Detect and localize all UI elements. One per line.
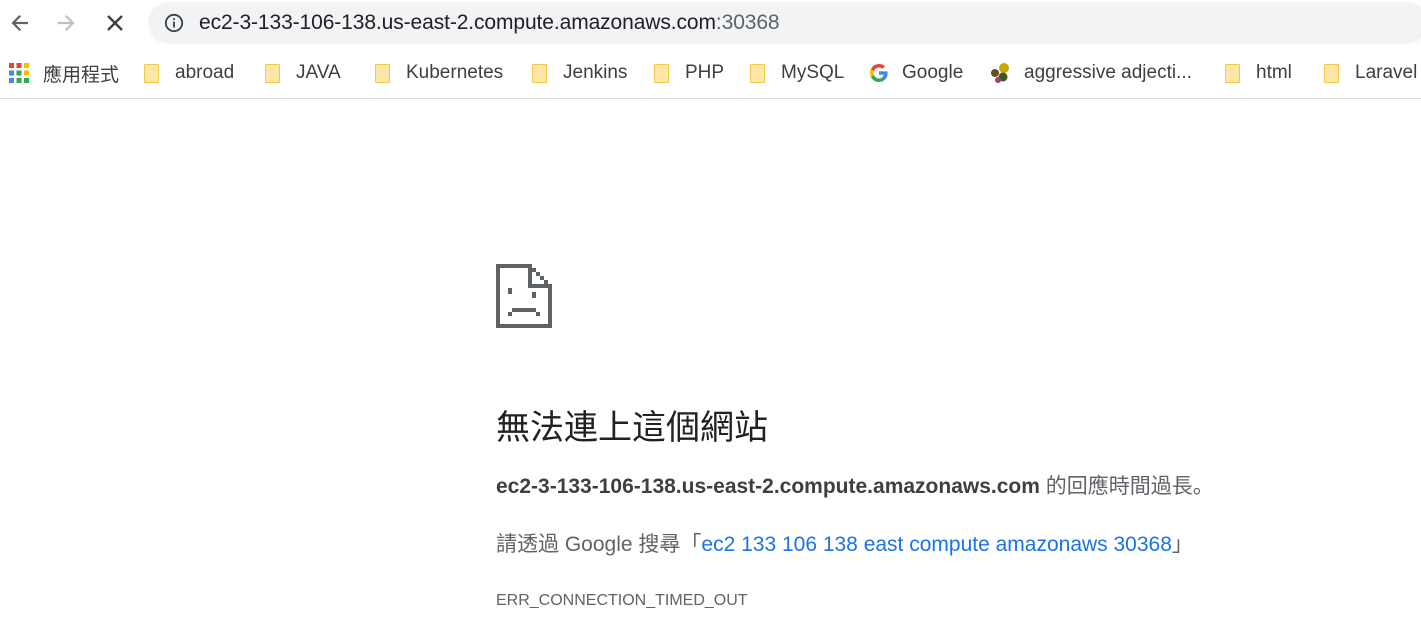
browser-toolbar: ec2-3-133-106-138.us-east-2.compute.amaz… <box>0 0 1421 46</box>
sad-page-icon <box>496 264 552 328</box>
bookmark-folder-abroad[interactable]: abroad <box>141 60 234 86</box>
search-suggestion: 請透過 Google 搜尋「ec2 133 106 138 east compu… <box>496 528 1193 558</box>
bookmark-apps[interactable]: 應用程式 <box>8 60 119 86</box>
bookmark-label: Laravel <box>1355 62 1418 83</box>
bookmark-google[interactable]: Google <box>868 60 963 86</box>
info-icon[interactable] <box>164 13 184 33</box>
forward-button[interactable] <box>52 8 82 38</box>
bookmark-folder-html[interactable]: html <box>1222 60 1292 86</box>
folder-icon <box>1321 62 1343 84</box>
apps-grid-icon <box>9 63 29 83</box>
error-host: ec2-3-133-106-138.us-east-2.compute.amaz… <box>496 475 1040 498</box>
bookmark-folder-php[interactable]: PHP <box>651 60 724 86</box>
stop-loading-button[interactable] <box>100 8 130 38</box>
url-host: ec2-3-133-106-138.us-east-2.compute.amaz… <box>199 11 716 34</box>
bookmark-label: abroad <box>175 62 235 83</box>
site-favicon-icon <box>991 63 1009 83</box>
close-icon <box>107 15 123 31</box>
folder-icon <box>141 62 163 84</box>
address-url[interactable]: ec2-3-133-106-138.us-east-2.compute.amaz… <box>199 11 780 35</box>
bookmark-label: Kubernetes <box>406 62 504 83</box>
bookmark-aggressive-adjectives[interactable]: aggressive adjecti... <box>990 60 1192 86</box>
bookmark-folder-laravel[interactable]: Laravel <box>1321 60 1417 86</box>
folder-icon <box>1222 62 1244 84</box>
address-bar[interactable]: ec2-3-133-106-138.us-east-2.compute.amaz… <box>148 2 1421 44</box>
bookmark-label: JAVA <box>296 62 341 83</box>
error-heading: 無法連上這個網站 <box>496 408 768 448</box>
search-suffix: 」 <box>1171 533 1193 556</box>
back-button[interactable] <box>4 8 34 38</box>
arrow-left-icon <box>11 14 29 32</box>
error-description: ec2-3-133-106-138.us-east-2.compute.amaz… <box>496 470 1214 500</box>
folder-icon <box>747 62 769 84</box>
bookmark-label: MySQL <box>781 62 845 83</box>
folder-icon <box>529 62 551 84</box>
error-host-suffix: 的回應時間過長。 <box>1039 475 1214 498</box>
bookmark-label: Jenkins <box>563 62 628 83</box>
bookmark-label: Google <box>902 62 964 83</box>
url-port: :30368 <box>715 11 780 34</box>
google-search-link[interactable]: ec2 133 106 138 east compute amazonaws 3… <box>701 533 1172 556</box>
bookmark-folder-kubernetes[interactable]: Kubernetes <box>372 60 503 86</box>
google-g-icon <box>870 64 888 82</box>
bookmark-folder-jenkins[interactable]: Jenkins <box>529 60 627 86</box>
bookmark-label: html <box>1256 62 1292 83</box>
folder-icon <box>651 62 673 84</box>
bookmarks-bar: 應用程式 abroad JAVA Kubernetes Jenkins PHP … <box>0 48 1421 99</box>
folder-icon <box>262 62 284 84</box>
bookmark-folder-java[interactable]: JAVA <box>262 60 341 86</box>
folder-icon <box>372 62 394 84</box>
arrow-right-icon <box>57 14 75 32</box>
bookmark-label: PHP <box>685 62 725 83</box>
search-prefix: 請透過 Google 搜尋「 <box>496 533 702 556</box>
error-code: ERR_CONNECTION_TIMED_OUT <box>496 592 748 609</box>
bookmark-label: 應用程式 <box>43 64 120 86</box>
bookmark-folder-mysql[interactable]: MySQL <box>747 60 844 86</box>
bookmark-label: aggressive adjecti... <box>1024 62 1192 83</box>
